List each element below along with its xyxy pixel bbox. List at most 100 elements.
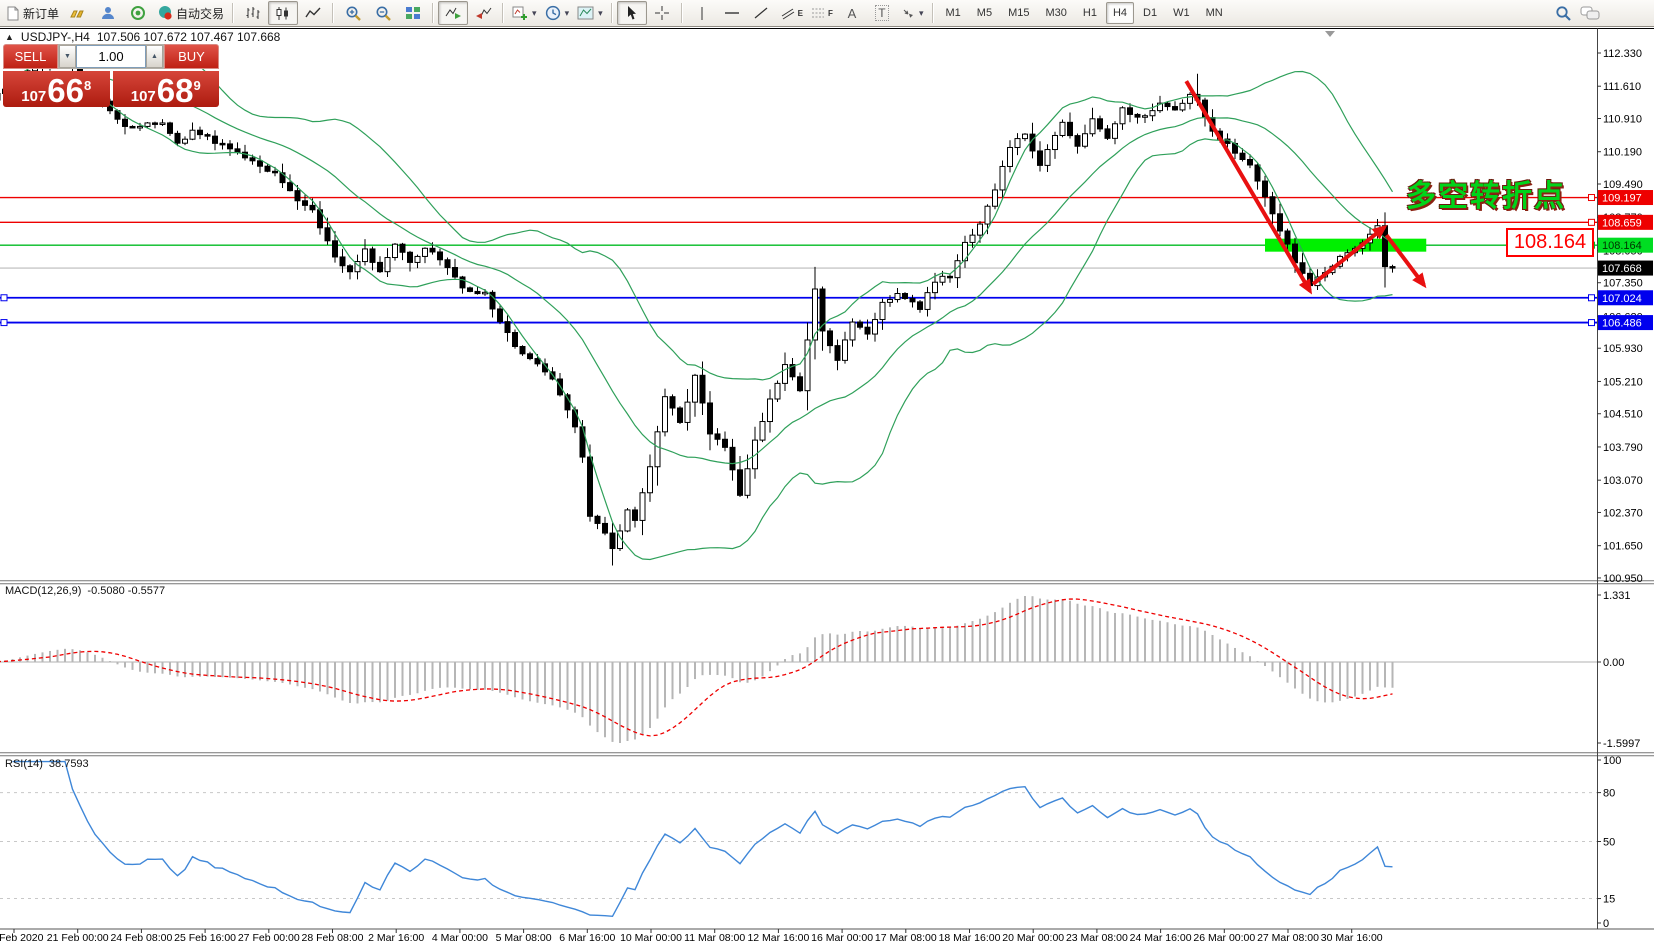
zoom-out-button[interactable] <box>368 1 398 25</box>
line-handle[interactable] <box>1589 219 1595 225</box>
sell-button[interactable]: SELL <box>3 44 58 69</box>
new-order-button[interactable]: 新订单 <box>2 1 63 25</box>
fibonacci-tool-button[interactable]: F <box>807 1 837 25</box>
date-label: 10 Mar 00:00 <box>620 932 682 944</box>
macd-name: MACD(12,26,9) <box>5 585 81 597</box>
timeframe-button-m1[interactable]: M1 <box>939 2 968 24</box>
auto-scroll-button[interactable] <box>438 1 468 25</box>
candlestick-mode-button[interactable] <box>268 1 298 25</box>
chart-shift-marker[interactable] <box>1325 31 1335 37</box>
timeframe-group: M1M5M15M30H1H4D1W1MN <box>938 2 1231 24</box>
candle <box>130 126 135 128</box>
price-chip-label: 108.164 <box>1602 240 1642 252</box>
chart-canvas[interactable]: 112.330111.610110.910110.190109.490108.7… <box>0 0 1654 948</box>
sell-price-display[interactable]: 107 66 8 <box>3 71 110 107</box>
periods-button[interactable]: ▾ <box>541 1 574 25</box>
channel-tool-button[interactable]: E <box>777 1 807 25</box>
line-handle[interactable] <box>1589 295 1595 301</box>
candle <box>1113 124 1118 139</box>
date-label: 21 Feb 00:00 <box>47 932 109 944</box>
price-tick-label: 112.330 <box>1603 48 1642 60</box>
tile-windows-button[interactable] <box>398 1 428 25</box>
zoom-in-button[interactable] <box>338 1 368 25</box>
price-tick-label: 103.790 <box>1603 442 1643 454</box>
cursor-tool-button[interactable] <box>617 1 647 25</box>
timeframe-button-d1[interactable]: D1 <box>1136 2 1164 24</box>
line-handle[interactable] <box>1589 320 1595 326</box>
search-icon[interactable] <box>1555 5 1572 22</box>
chart-shift-icon <box>475 6 492 20</box>
buy-button[interactable]: BUY <box>164 44 219 69</box>
vertical-line-tool-button[interactable] <box>687 1 717 25</box>
date-label: 16 Mar 00:00 <box>811 932 873 944</box>
rsi-tick-label: 15 <box>1603 894 1615 906</box>
market-watch-button[interactable] <box>63 1 93 25</box>
line-handle[interactable] <box>1589 195 1595 201</box>
indicators-button[interactable]: ▾ <box>508 1 541 25</box>
chat-icon[interactable] <box>1580 6 1600 21</box>
buy-price-main: 107 <box>131 89 156 104</box>
candle <box>1090 119 1095 134</box>
timeframe-button-m15[interactable]: M15 <box>1001 2 1036 24</box>
collapse-panel-icon[interactable]: ▲ <box>5 32 14 42</box>
timeframe-button-w1[interactable]: W1 <box>1166 2 1197 24</box>
macd-indicator-label: MACD(12,26,9) -0.5080 -0.5577 <box>5 585 165 597</box>
line-chart-mode-button[interactable] <box>298 1 328 25</box>
candle <box>483 292 488 294</box>
one-click-trading-panel: SELL ▼ ▲ BUY 107 66 8 107 68 9 <box>3 44 219 107</box>
price-level-note-box[interactable]: 108.164 <box>1506 228 1594 257</box>
candle <box>933 282 938 292</box>
timeframe-button-h4[interactable]: H4 <box>1106 2 1134 24</box>
chart-shift-button[interactable] <box>468 1 498 25</box>
timeframe-button-h1[interactable]: H1 <box>1076 2 1104 24</box>
volume-input[interactable] <box>76 45 146 68</box>
toolbar-separator <box>502 3 504 23</box>
candle <box>693 375 698 402</box>
timeframe-button-m30[interactable]: M30 <box>1038 2 1073 24</box>
volume-spinner: ▼ ▲ <box>58 44 164 69</box>
text-tool-button[interactable]: A <box>837 1 867 25</box>
timeframe-button-mn[interactable]: MN <box>1199 2 1230 24</box>
candle <box>993 190 998 206</box>
candle <box>715 434 720 439</box>
candle <box>655 432 660 467</box>
volume-decrease-button[interactable]: ▼ <box>59 45 76 68</box>
navigator-button[interactable] <box>123 1 153 25</box>
trendline-tool-button[interactable] <box>747 1 777 25</box>
crosshair-tool-button[interactable] <box>647 1 677 25</box>
candle <box>738 470 743 495</box>
trend-arrow[interactable] <box>1186 81 1310 291</box>
date-label: 24 Mar 16:00 <box>1130 932 1192 944</box>
buy-price-pips: 68 <box>157 78 194 104</box>
line-handle[interactable] <box>1 295 7 301</box>
date-label: 26 Mar 00:00 <box>1193 932 1255 944</box>
date-label: 12 Mar 16:00 <box>747 932 809 944</box>
line-handle[interactable] <box>1 320 7 326</box>
bar-chart-mode-button[interactable] <box>238 1 268 25</box>
horizontal-line-tool-button[interactable] <box>717 1 747 25</box>
candle <box>1098 119 1103 129</box>
text-label-tool-button[interactable]: T <box>867 1 897 25</box>
candle <box>835 346 840 361</box>
data-window-button[interactable] <box>93 1 123 25</box>
candle <box>258 161 263 166</box>
candles-layer <box>0 50 1395 565</box>
navigator-icon <box>130 5 146 21</box>
templates-button[interactable]: ▾ <box>573 1 607 25</box>
arrows-tool-button[interactable]: ▾ <box>897 1 928 25</box>
candle <box>520 347 525 354</box>
trend-arrow[interactable] <box>1313 227 1384 284</box>
macd-tick-label: -1.5997 <box>1603 738 1640 750</box>
auto-scroll-icon <box>445 6 462 20</box>
auto-trading-button[interactable]: 自动交易 <box>153 1 228 25</box>
date-label: 18 Mar 16:00 <box>939 932 1001 944</box>
turning-point-annotation[interactable]: 多空转折点 <box>1406 171 1566 215</box>
volume-increase-button[interactable]: ▲ <box>146 45 163 68</box>
candle <box>1083 134 1088 147</box>
candle <box>903 294 908 299</box>
timeframe-button-m5[interactable]: M5 <box>970 2 999 24</box>
candle <box>1383 226 1388 267</box>
candle <box>828 331 833 346</box>
buy-price-display[interactable]: 107 68 9 <box>113 71 220 107</box>
candle <box>1008 147 1013 166</box>
